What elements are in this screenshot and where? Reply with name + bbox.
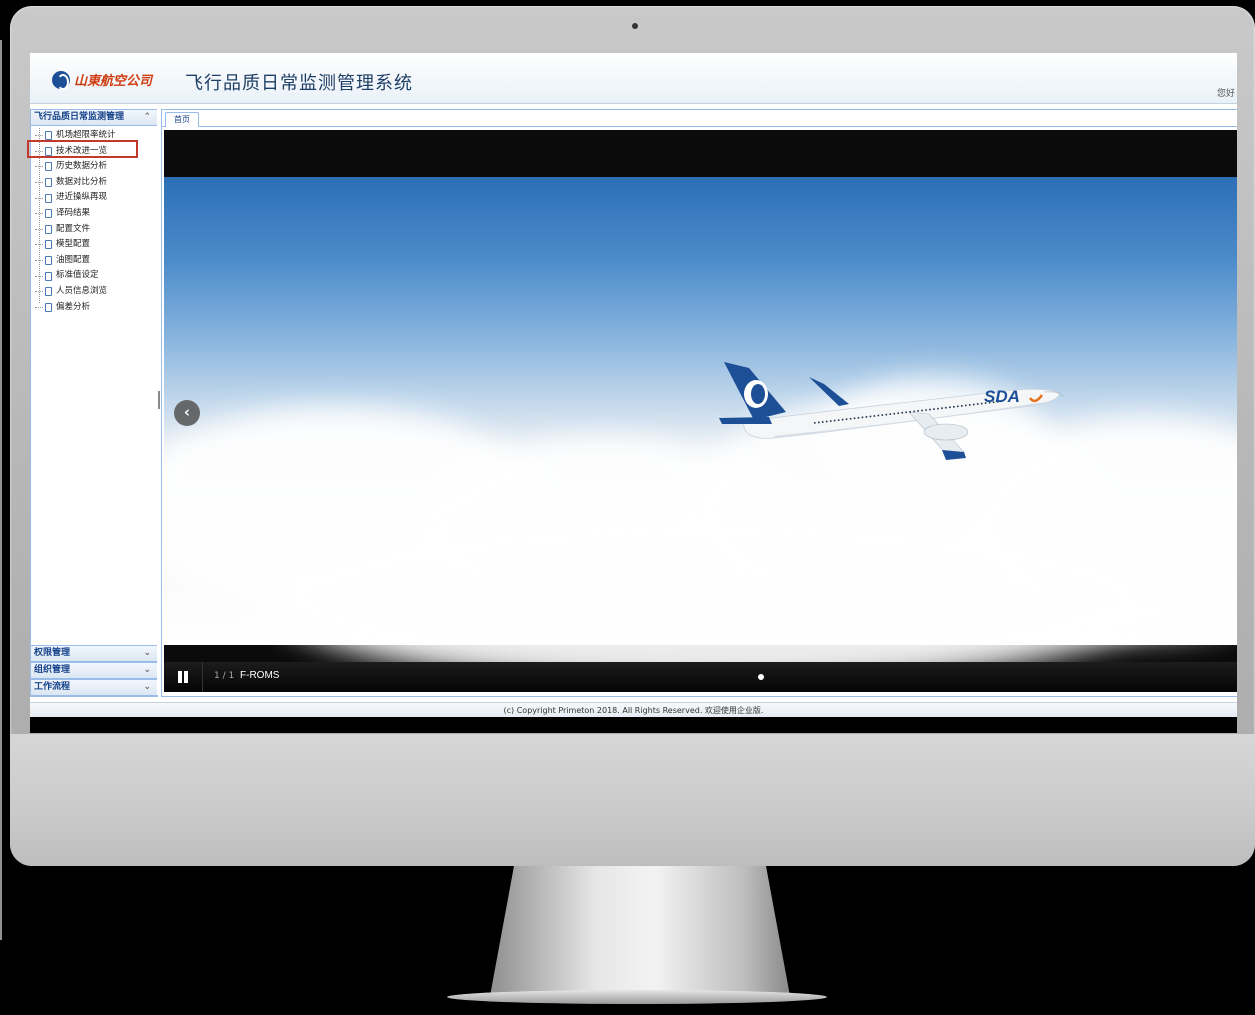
controls-divider (202, 662, 203, 692)
sidebar-item-label: 配置文件 (56, 223, 91, 234)
sidebar-item[interactable]: 技术改进一览 (35, 144, 157, 160)
sidebar-item-label: 油图配置 (56, 254, 91, 265)
copyright-footer: (c) Copyright Primeton 2018. All Rights … (30, 702, 1237, 718)
sidebar-item-label: 模型配置 (56, 239, 91, 250)
sidebar-item-label: 数据对比分析 (56, 176, 108, 187)
document-icon (45, 193, 52, 203)
document-icon (45, 162, 52, 172)
sidebar-tree: 机场超限率统计 技术改进一览 历史数据分析 数据对比分析 进近操纵再现 译码结果… (31, 126, 157, 315)
section-label: 权限管理 (34, 648, 71, 658)
sidebar-item[interactable]: 数据对比分析 (35, 175, 157, 191)
system-title: 飞行品质日常监测管理系统 (185, 73, 413, 94)
sidebar-item[interactable]: 油图配置 (35, 253, 157, 269)
sidebar-item[interactable]: 标准值设定 (35, 268, 157, 284)
screen-bottom-bar (30, 717, 1237, 733)
logo-text: 山東航空公司 (74, 74, 153, 89)
document-icon (45, 224, 52, 234)
app-header: 山東航空公司 飞行品质日常监测管理系统 您好 (30, 53, 1237, 104)
sidebar-item[interactable]: 译码结果 (35, 206, 157, 222)
expand-down-icon[interactable]: ⌄ (143, 680, 151, 695)
document-icon (45, 256, 52, 266)
sidebar-item-label: 译码结果 (56, 207, 91, 218)
previous-slide-button[interactable]: ‹ (174, 400, 200, 426)
sidebar-section-permissions[interactable]: 权限管理 ⌄ (31, 645, 157, 662)
sidebar-item[interactable]: 历史数据分析 (35, 159, 157, 175)
user-greeting[interactable]: 您好 (1217, 86, 1235, 99)
slider-controls: 1 / 1 F-ROMS (164, 662, 1237, 692)
livery-text: SDA (984, 387, 1020, 406)
document-icon (45, 178, 52, 188)
sidebar-collapsed-sections: 权限管理 ⌄ 组织管理 ⌄ 工作流程 ⌄ (31, 645, 157, 696)
sidebar: 飞行品质日常监测管理 ⌃ 机场超限率统计 技术改进一览 历史数据分析 数据对比分… (30, 109, 158, 697)
slide-title: F-ROMS (240, 670, 280, 681)
tab-home[interactable]: 首页 (165, 112, 199, 127)
sidebar-item[interactable]: 偏差分析 (35, 300, 157, 316)
desk-edge (0, 40, 2, 940)
airplane-image: SDA (719, 362, 1063, 460)
tab-bar: 首页 (162, 110, 1237, 127)
sidebar-section-workflow[interactable]: 工作流程 ⌄ (31, 679, 157, 696)
slide-indicator-dot[interactable] (758, 674, 764, 680)
image-slider: SDA ‹ 1 / 1 F-ROMS (164, 130, 1237, 692)
expand-down-icon[interactable]: ⌄ (143, 646, 151, 661)
sidebar-item-label: 偏差分析 (56, 301, 91, 312)
monitor-foot (447, 990, 827, 1004)
sidebar-item-label: 人员信息浏览 (56, 285, 108, 296)
sidebar-item-label: 标准值设定 (56, 270, 99, 281)
app-screen: 山東航空公司 飞行品质日常监测管理系统 您好 飞行品质日常监测管理 ⌃ 机场超限… (30, 53, 1237, 733)
sidebar-item-label: 历史数据分析 (56, 161, 108, 172)
sidebar-item-label: 技术改进一览 (56, 145, 108, 156)
camera-dot (632, 23, 638, 29)
monitor-stand (490, 866, 790, 996)
document-icon (45, 209, 52, 219)
section-label: 工作流程 (34, 682, 71, 692)
section-label: 组织管理 (34, 665, 71, 675)
document-icon (45, 302, 52, 312)
collapse-up-icon[interactable]: ⌃ (143, 110, 151, 125)
slide-image: SDA (164, 177, 1237, 687)
sidebar-section-title: 飞行品质日常监测管理 (34, 112, 125, 122)
slide-counter: 1 / 1 (214, 671, 235, 681)
logo-icon (52, 70, 70, 90)
sidebar-item[interactable]: 配置文件 (35, 222, 157, 238)
sidebar-item[interactable]: 进近操纵再现 (35, 190, 157, 206)
pause-icon[interactable] (178, 671, 188, 683)
main-panel: 首页 SDA ‹ 1 / 1 F-ROMS (161, 109, 1237, 697)
sidebar-item[interactable]: 机场超限率统计 (35, 128, 157, 144)
monitor-chin (10, 734, 1255, 866)
document-icon (45, 240, 52, 250)
document-icon (45, 131, 52, 141)
sidebar-item-label: 进近操纵再现 (56, 192, 108, 203)
sidebar-item-label: 机场超限率统计 (56, 130, 116, 140)
document-icon (45, 271, 52, 281)
sidebar-item[interactable]: 人员信息浏览 (35, 284, 157, 300)
document-icon (45, 146, 52, 156)
expand-down-icon[interactable]: ⌄ (143, 663, 151, 678)
document-icon (45, 287, 52, 297)
company-logo: 山東航空公司 (52, 70, 153, 90)
sidebar-item[interactable]: 模型配置 (35, 237, 157, 253)
sidebar-section-header[interactable]: 飞行品质日常监测管理 ⌃ (31, 110, 157, 126)
splitter-handle[interactable] (158, 391, 160, 409)
sidebar-section-organization[interactable]: 组织管理 ⌄ (31, 662, 157, 679)
